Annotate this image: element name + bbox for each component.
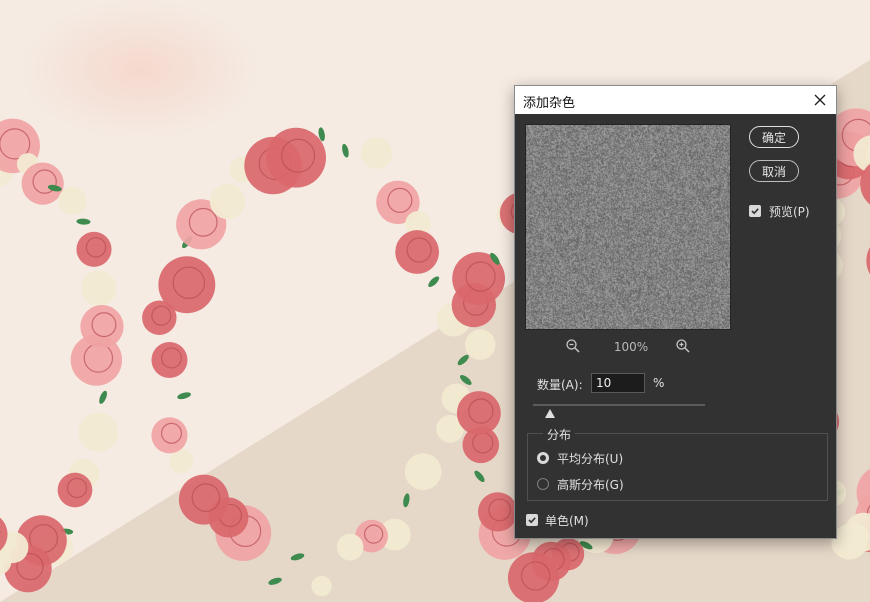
dialog-title: 添加杂色	[523, 96, 576, 111]
rose-flower	[76, 231, 112, 267]
monochrome-checkbox[interactable]	[526, 514, 538, 526]
white-blossom	[311, 575, 332, 597]
preview-label: 预览(P)	[769, 205, 810, 219]
rose-flower	[178, 474, 229, 525]
close-icon[interactable]	[808, 88, 832, 112]
ok-button[interactable]: 确定	[749, 126, 799, 148]
checkmark-icon	[751, 208, 759, 215]
dialog-body: 100% 确定 取消 预览(P) 数量(A): % 分布 平均分布(U) 高斯分…	[515, 114, 836, 538]
white-blossom	[58, 186, 87, 216]
distribution-title: 分布	[543, 426, 576, 443]
gaussian-label: 高斯分布(G)	[557, 478, 624, 492]
amount-label: 数量(A):	[537, 378, 583, 392]
uniform-radio[interactable]	[537, 452, 549, 464]
zoom-controls: 100%	[565, 338, 705, 356]
white-blossom	[78, 412, 118, 452]
rose-flower	[266, 127, 327, 188]
zoom-level: 100%	[613, 340, 649, 354]
amount-input[interactable]	[591, 373, 645, 393]
white-blossom	[80, 270, 117, 306]
amount-slider-track[interactable]	[533, 404, 705, 406]
zoom-out-icon[interactable]	[565, 338, 581, 357]
noise-preview-canvas	[526, 125, 730, 329]
rose-flower	[478, 492, 518, 532]
amount-slider-thumb[interactable]	[545, 407, 556, 421]
gaussian-radio[interactable]	[537, 478, 549, 490]
white-blossom	[209, 183, 246, 220]
white-blossom	[360, 137, 393, 170]
preview-checkbox[interactable]	[749, 205, 761, 217]
white-blossom	[465, 329, 496, 360]
rose-flower	[507, 552, 560, 602]
rose-flower	[456, 391, 501, 436]
rose-flower	[158, 256, 216, 314]
monochrome-label: 单色(M)	[545, 514, 589, 528]
rose-flower	[151, 417, 188, 454]
rose-flower	[21, 162, 64, 205]
checkmark-icon	[528, 517, 536, 524]
white-blossom	[404, 453, 442, 491]
rose-flower	[80, 305, 124, 349]
zoom-in-icon[interactable]	[675, 338, 691, 357]
rose-flower	[151, 341, 188, 379]
watercolor-wash	[20, 0, 260, 140]
white-blossom	[336, 533, 364, 561]
amount-unit: %	[653, 376, 665, 390]
dialog-title-bar[interactable]: 添加杂色	[515, 86, 836, 115]
add-noise-dialog: 添加杂色 100% 确定 取消 预览(P) 数量(A): %	[514, 85, 837, 539]
rose-flower	[57, 472, 93, 508]
rose-flower	[395, 230, 439, 274]
uniform-label: 平均分布(U)	[557, 452, 624, 466]
cancel-button[interactable]: 取消	[749, 160, 799, 182]
noise-preview[interactable]	[525, 124, 731, 330]
